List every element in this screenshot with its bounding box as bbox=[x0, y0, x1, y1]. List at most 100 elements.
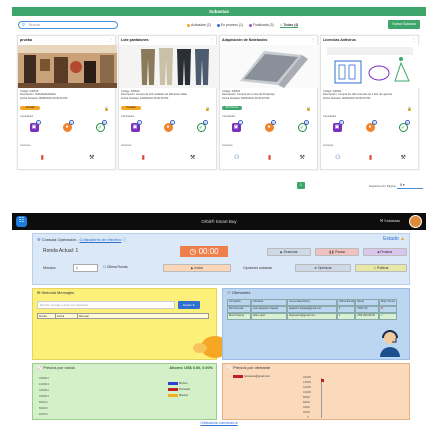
chart-title: 📈 Precios por ofertante bbox=[223, 364, 409, 372]
pausar-button[interactable]: ❚❚ Pausar bbox=[315, 248, 359, 256]
gavel-icon: ⚒ bbox=[379, 219, 384, 223]
page-button[interactable]: 1 bbox=[297, 182, 305, 189]
stat-done: ✓ 3 bbox=[398, 120, 410, 132]
y-axis bbox=[321, 378, 322, 418]
button-label: Finalizar bbox=[380, 250, 393, 254]
current-round: Ronda Actual: 1 bbox=[43, 248, 79, 254]
auction-card[interactable]: prueba ⋮ Código: 230519 Descripción: fsd bbox=[17, 35, 117, 170]
column-header: Oferta bbox=[355, 299, 379, 306]
table-row[interactable]: Rol Nacional Juan Alejandro Zapata aleja… bbox=[227, 306, 397, 313]
filter-activadas[interactable]: Activadas (2) bbox=[187, 23, 211, 27]
filter-todas[interactable]: ✓ Todas (4) bbox=[279, 22, 299, 28]
filter-en-proceso[interactable]: En proceso (1) bbox=[216, 23, 243, 27]
table-cell: Alfie Lopez bbox=[251, 313, 287, 320]
per-page-select[interactable]: 8 ▾ bbox=[397, 181, 423, 189]
auction-hammer-icon[interactable]: ⚒ bbox=[400, 154, 405, 162]
pdf-icon[interactable]: ▮ bbox=[268, 154, 271, 162]
app-header: ☷ Orbit® Smart Buy ⚒ Subastas bbox=[12, 213, 426, 230]
estado-label: Estado ▲ bbox=[383, 236, 405, 242]
y-tick-label: 60000.0 bbox=[39, 407, 48, 410]
publicar-button[interactable]: ⇧ Publicar bbox=[355, 264, 407, 272]
history-title-text: Historial Mensajes bbox=[41, 290, 75, 295]
pdf-icon[interactable]: ▮ bbox=[369, 154, 372, 162]
check-icon: ✓ bbox=[279, 22, 283, 27]
round-timer: ◷ 00:00 bbox=[180, 246, 228, 257]
iniciar-button[interactable]: ▶ Iniciar bbox=[163, 264, 231, 272]
table-cell: alejandro.zapata@gmail.com bbox=[287, 306, 337, 313]
table-cell: Rol Nacional bbox=[227, 306, 251, 313]
support-agent-icon bbox=[380, 330, 400, 357]
search-icon: ⚲ bbox=[22, 22, 25, 27]
reanudar-button[interactable]: ▶ Reanudar bbox=[267, 248, 311, 256]
button-label: Iniciar bbox=[194, 266, 203, 270]
more-vert-icon[interactable]: ⋮ bbox=[311, 37, 315, 42]
minutos-input[interactable]: 1 bbox=[73, 264, 98, 272]
ultima-ronda-checkbox[interactable]: ☐ Última Ronda bbox=[103, 265, 128, 269]
search-input[interactable]: ⚲ Buscar bbox=[18, 21, 118, 29]
stat-count: 3 bbox=[404, 120, 410, 125]
card-fecha: Fecha Subasta: 08/05/2023 20:00:00 PM bbox=[20, 96, 68, 100]
stat-count: 3 bbox=[202, 120, 208, 125]
more-vert-icon[interactable]: ⋮ bbox=[109, 37, 113, 42]
auction-hammer-icon[interactable]: ⚒ bbox=[190, 154, 195, 162]
close-icon: ✖ bbox=[379, 306, 397, 313]
table-row[interactable]: Bios Proteína Alfie Lopez bioproteina@gm… bbox=[227, 313, 397, 320]
table-cell: Juan Alejandro Zapata bbox=[251, 306, 287, 313]
auction-hammer-icon[interactable]: ⚒ bbox=[89, 154, 94, 162]
card-image bbox=[119, 45, 218, 88]
table-cell: 1 bbox=[337, 313, 355, 320]
app-title: Orbit® Smart Buy bbox=[201, 219, 237, 224]
card-title: Licencias Antivirus bbox=[323, 38, 356, 42]
more-vert-icon[interactable]: ⋮ bbox=[412, 37, 416, 42]
subastas-link[interactable]: ⚒ Subastas bbox=[380, 213, 400, 230]
y-tick-label: 80000 bbox=[303, 396, 310, 399]
new-auction-button[interactable]: Nueva Subasta bbox=[388, 20, 420, 29]
filter-finalizada[interactable]: Finalizada (3) bbox=[249, 23, 274, 27]
auction-hammer-icon[interactable]: ⚒ bbox=[299, 154, 304, 162]
chart-title-text: Precios por ofertante bbox=[233, 365, 271, 370]
send-message-button[interactable]: Enviar ➤ bbox=[178, 301, 200, 309]
people-icon[interactable]: ⚇ bbox=[234, 154, 239, 162]
finalizar-button[interactable]: ■ Finalizar bbox=[363, 248, 407, 256]
pause-icon: ❚❚ bbox=[328, 250, 335, 254]
column-header: Última Ronda bbox=[337, 299, 355, 306]
checkbox-label: Última Ronda bbox=[107, 265, 128, 269]
chat-bubble-icon bbox=[193, 343, 207, 353]
pdf-icon[interactable]: ▮ bbox=[142, 154, 145, 162]
more-vert-icon[interactable]: ⋮ bbox=[210, 37, 214, 42]
card-image bbox=[18, 45, 117, 88]
stat-offers: ▣ 3 bbox=[130, 120, 142, 132]
operation-console: ⚒ Consola Operación - Cotizadores de efe… bbox=[32, 233, 410, 285]
publish-icon: ⇧ bbox=[373, 266, 377, 270]
footer-link[interactable]: Orbitsolution.com/smart-ai bbox=[12, 421, 426, 425]
per-page-label: Registros Por Página: bbox=[369, 184, 397, 188]
pdf-icon[interactable]: ▮ bbox=[41, 154, 44, 162]
table-cell: US$ 0.00 bbox=[355, 306, 379, 313]
estado-text: Estado bbox=[383, 236, 399, 242]
acciones-label: Acciones bbox=[20, 144, 31, 147]
console-title: ⚒ Consola Operación - Cotizadores de efe… bbox=[37, 237, 126, 243]
stat-offers: ▣ 3 bbox=[231, 120, 243, 132]
stat-offers: ▣ 3 bbox=[29, 120, 41, 132]
chart-title-text: Precios por ronda bbox=[43, 365, 75, 370]
cantidades-label: Cantidades bbox=[323, 115, 337, 118]
y-tick-label: 140000.0 bbox=[39, 383, 49, 386]
antivirus-image bbox=[321, 45, 420, 88]
avatar[interactable] bbox=[409, 215, 422, 228]
stat-count: 3 bbox=[371, 120, 377, 125]
auction-card[interactable]: Adquisición de Notebooks ⋮ Código: 23052… bbox=[219, 35, 319, 170]
people-icon[interactable]: ⚇ bbox=[335, 154, 340, 162]
auction-card[interactable]: Lote pantalones ⋮ Código: 230520 Descrip… bbox=[118, 35, 218, 170]
table-cell: 1 bbox=[337, 306, 355, 313]
optimizar-button[interactable]: ⚙ Optimizar bbox=[295, 264, 351, 272]
legend-label: hermanos@gmail.com bbox=[244, 375, 270, 378]
button-label: Pausar bbox=[335, 250, 346, 254]
message-input[interactable]: Escribir mensaje a todos los ofertantes bbox=[37, 301, 175, 309]
card-info: Código: 230521 Descripción: Compra de un… bbox=[222, 90, 317, 100]
status-badge: Activada bbox=[121, 106, 141, 110]
card-fecha: Fecha Subasta: 10/06/2023 20:00:00 PM bbox=[121, 96, 169, 100]
auction-card[interactable]: Licencias Antivirus ⋮ Código: 230522 Des… bbox=[320, 35, 420, 170]
console-link[interactable]: Cotizadores de efectivo bbox=[80, 237, 122, 242]
stat-count: 3 bbox=[35, 120, 41, 125]
bidders-table: Compañía Ofertante Correo Electrónico Úl… bbox=[227, 299, 397, 320]
